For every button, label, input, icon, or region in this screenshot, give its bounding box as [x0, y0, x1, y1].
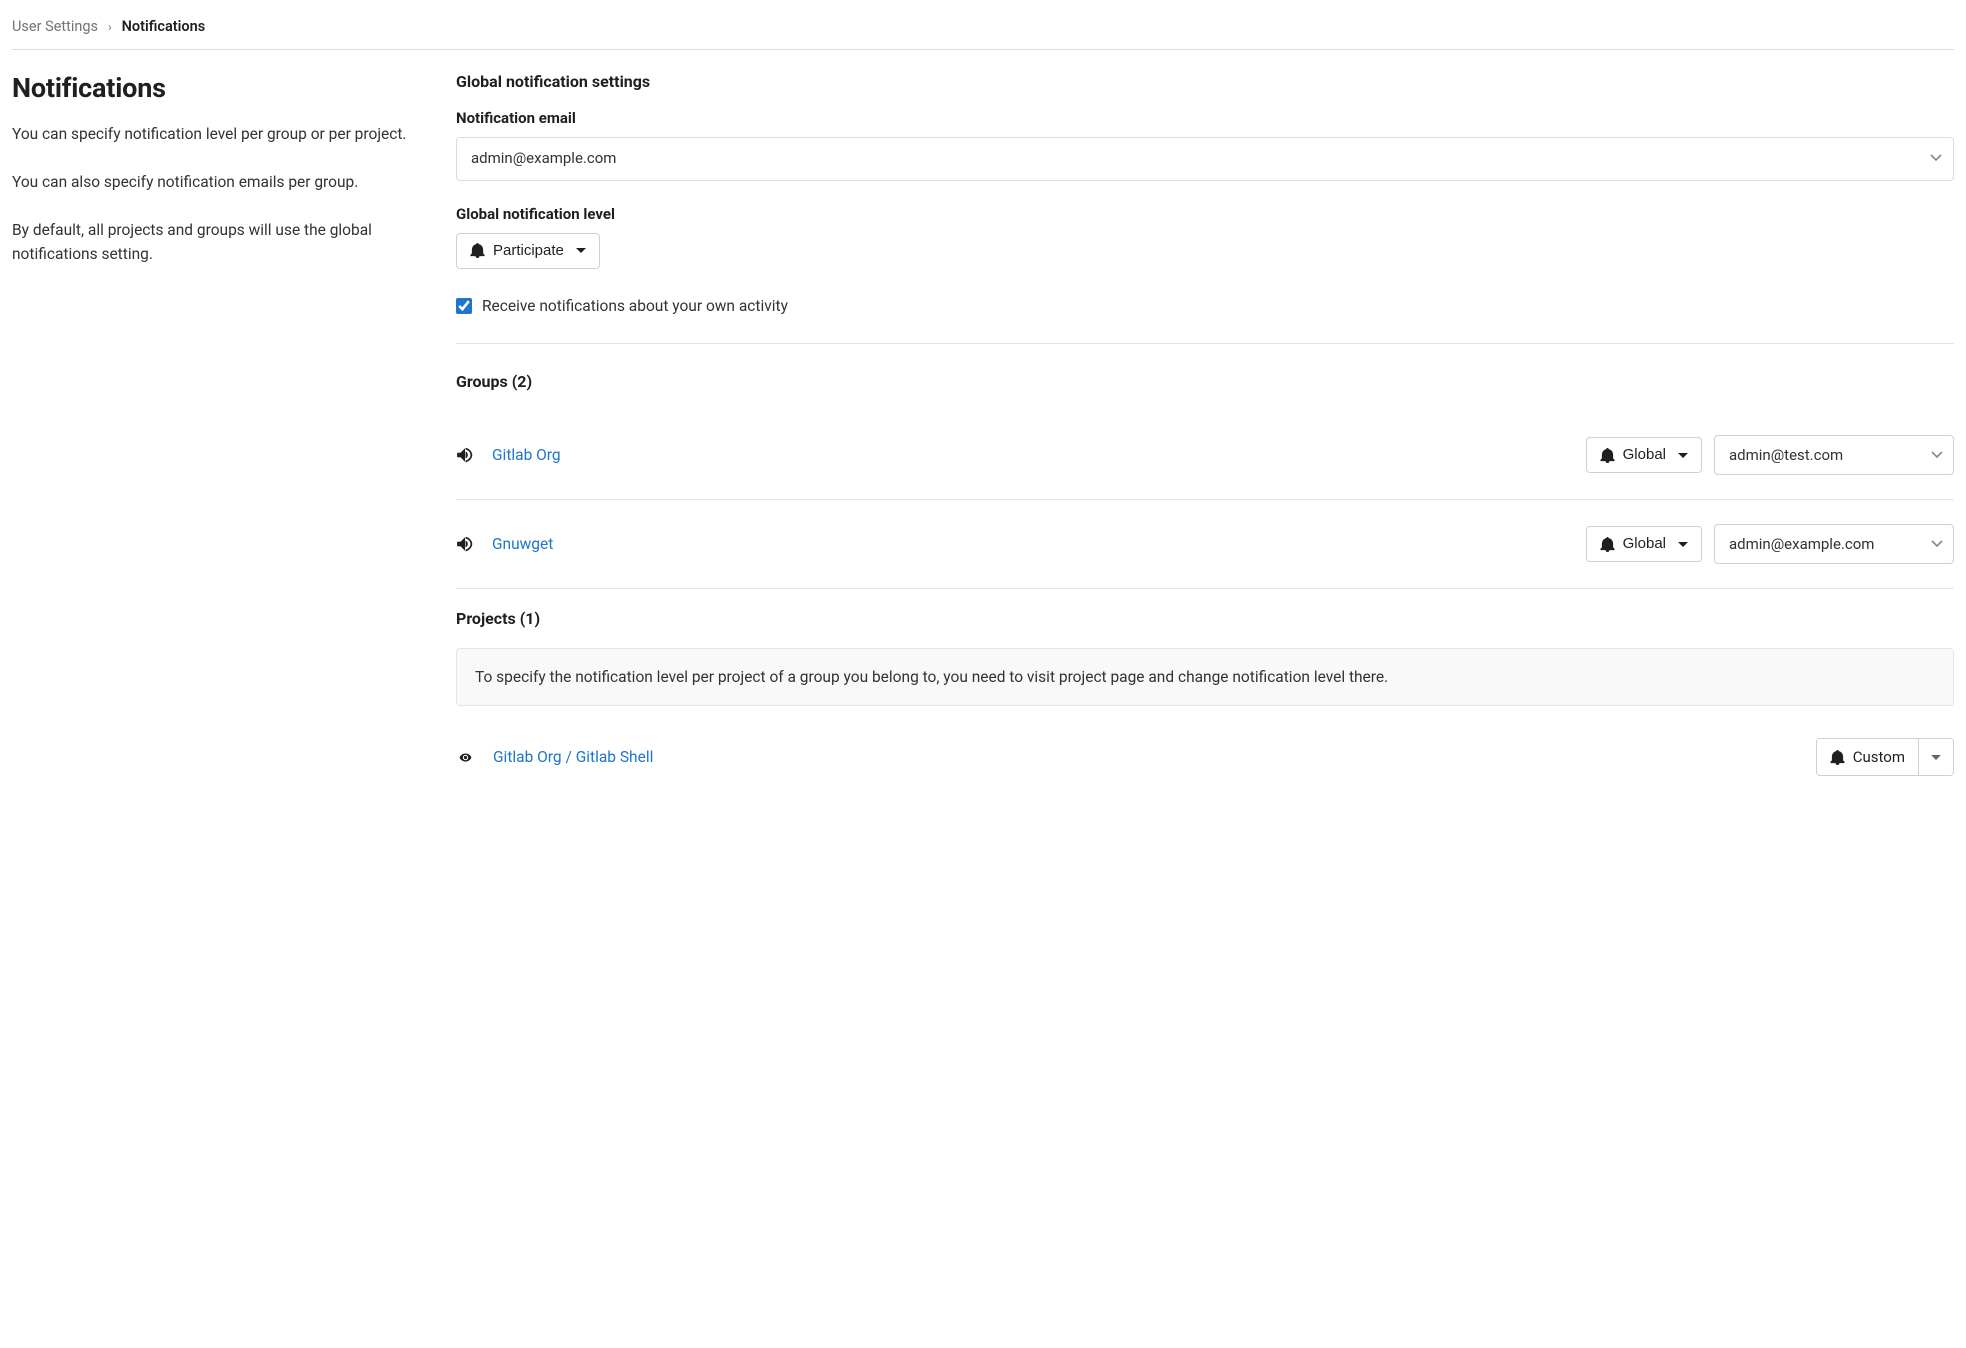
- chevron-right-icon: ›: [108, 20, 112, 34]
- global-level-value: Participate: [493, 243, 564, 260]
- caret-down-icon: [1678, 542, 1688, 547]
- notification-email-select[interactable]: admin@example.com: [456, 137, 1954, 181]
- project-level-value: Custom: [1853, 748, 1905, 766]
- caret-down-icon: [1931, 755, 1941, 760]
- caret-down-icon: [1678, 453, 1688, 458]
- bell-icon: [1830, 750, 1845, 765]
- group-level-dropdown[interactable]: Global: [1586, 437, 1702, 474]
- group-link[interactable]: Gnuwget: [492, 535, 553, 553]
- chevron-down-icon: [1931, 446, 1943, 464]
- group-row: Gitlab Org Global admin@test.com: [456, 411, 1954, 500]
- project-level-split-dropdown: Custom: [1816, 738, 1954, 776]
- description-para-2: You can also specify notification emails…: [12, 170, 432, 194]
- description-para-1: You can specify notification level per g…: [12, 122, 432, 146]
- breadcrumb-parent[interactable]: User Settings: [12, 18, 98, 35]
- breadcrumb: User Settings › Notifications: [12, 10, 1954, 50]
- volume-icon: [456, 446, 474, 464]
- global-settings-heading: Global notification settings: [456, 72, 1954, 91]
- group-email-value: admin@example.com: [1729, 535, 1874, 553]
- project-level-button[interactable]: Custom: [1817, 739, 1919, 775]
- group-level-value: Global: [1623, 447, 1666, 464]
- project-link[interactable]: Gitlab Org / Gitlab Shell: [493, 748, 653, 766]
- volume-icon: [456, 535, 474, 553]
- groups-heading: Groups (2): [456, 372, 1954, 391]
- caret-down-icon: [576, 248, 586, 253]
- group-email-dropdown[interactable]: admin@test.com: [1714, 435, 1954, 475]
- group-level-dropdown[interactable]: Global: [1586, 526, 1702, 563]
- own-activity-row[interactable]: Receive notifications about your own act…: [456, 297, 1954, 315]
- eye-icon: [456, 751, 475, 764]
- chevron-down-icon: [1931, 535, 1943, 553]
- group-link[interactable]: Gitlab Org: [492, 446, 561, 464]
- project-level-caret-button[interactable]: [1919, 739, 1953, 775]
- notification-email-label: Notification email: [456, 109, 1954, 127]
- projects-heading: Projects (1): [456, 609, 1954, 628]
- group-row: Gnuwget Global admin@example.com: [456, 500, 1954, 589]
- group-email-value: admin@test.com: [1729, 446, 1843, 464]
- bell-icon: [1600, 448, 1615, 463]
- divider: [456, 343, 1954, 344]
- projects-info-box: To specify the notification level per pr…: [456, 648, 1954, 706]
- page-title: Notifications: [12, 72, 432, 104]
- group-level-value: Global: [1623, 536, 1666, 553]
- description-para-3: By default, all projects and groups will…: [12, 218, 432, 266]
- global-level-dropdown[interactable]: Participate: [456, 233, 600, 270]
- bell-icon: [1600, 537, 1615, 552]
- bell-icon: [470, 243, 485, 258]
- own-activity-label: Receive notifications about your own act…: [482, 297, 788, 315]
- notification-email-value: admin@example.com: [471, 149, 616, 167]
- group-email-dropdown[interactable]: admin@example.com: [1714, 524, 1954, 564]
- breadcrumb-current: Notifications: [122, 18, 206, 35]
- project-row: Gitlab Org / Gitlab Shell Custom: [456, 738, 1954, 776]
- global-level-label: Global notification level: [456, 205, 1954, 223]
- own-activity-checkbox[interactable]: [456, 298, 472, 314]
